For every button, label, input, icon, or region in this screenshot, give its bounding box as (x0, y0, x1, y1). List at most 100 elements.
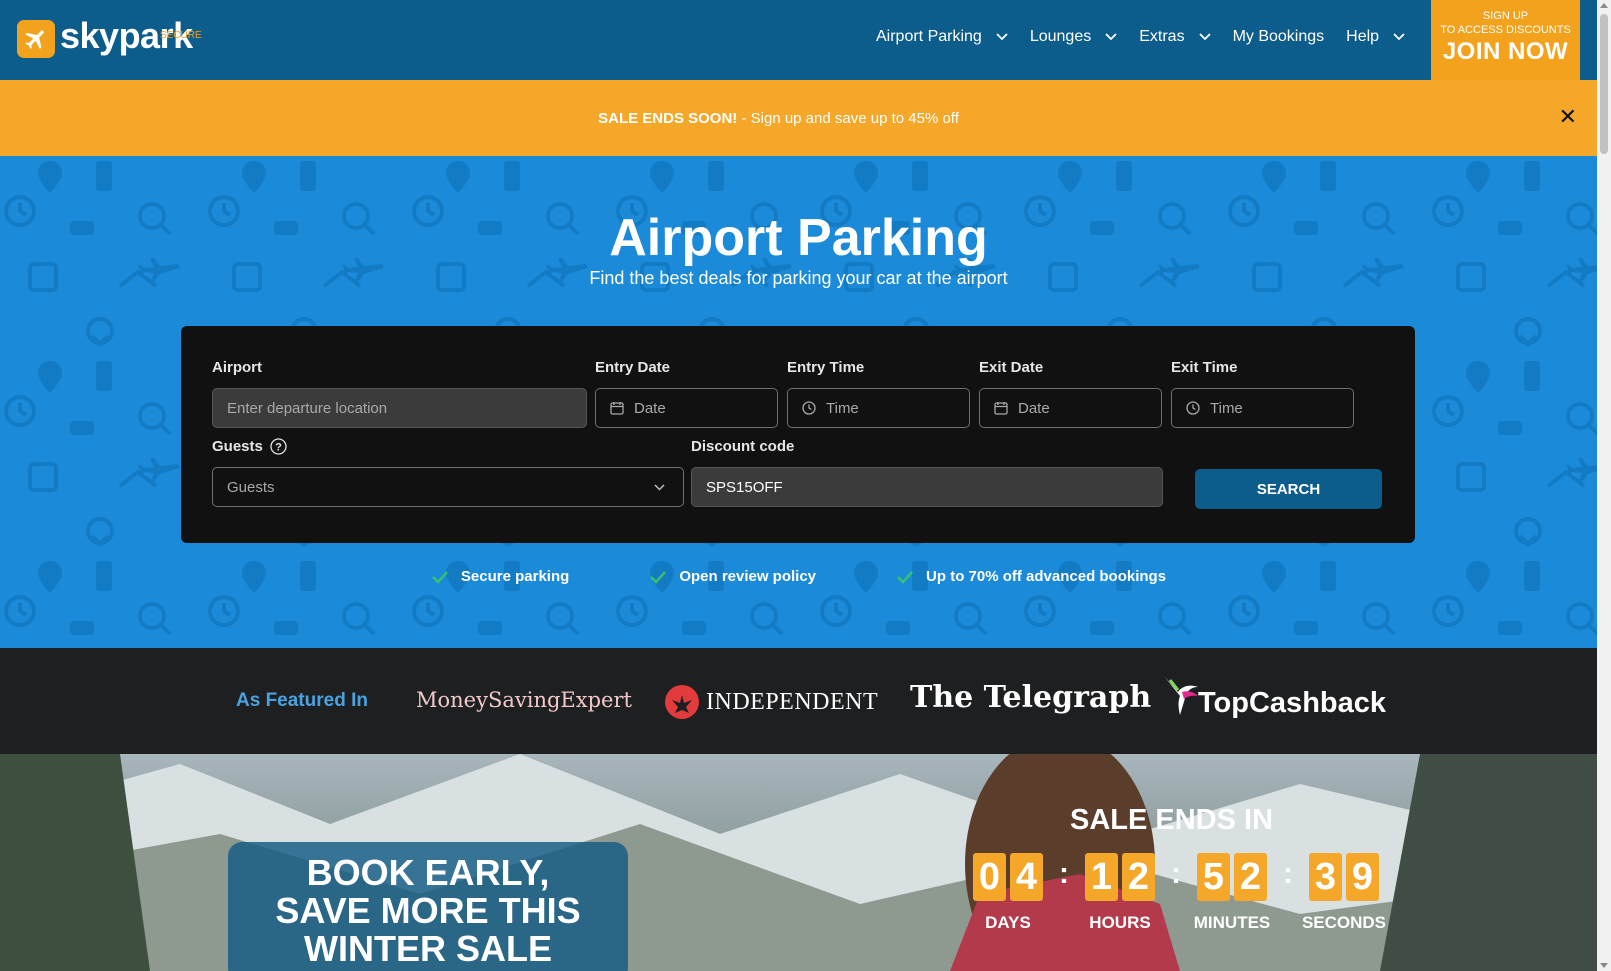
moneysavingexpert-logo: MoneySavingExpert (416, 688, 632, 712)
search-form: Airport Enter departure location Entry D… (181, 326, 1415, 543)
nav-airport-parking[interactable]: Airport Parking (876, 28, 1008, 46)
plane-logo-icon (17, 20, 55, 58)
airport-label: Airport (212, 359, 262, 376)
scroll-up-arrow-icon[interactable] (1600, 3, 1608, 8)
countdown-digit: 1 (1085, 853, 1118, 901)
feature-label: Secure parking (460, 568, 570, 585)
svg-text:?: ? (275, 442, 282, 454)
join-line1: SIGN UP (1482, 10, 1529, 22)
nav-extras[interactable]: Extras (1139, 28, 1211, 46)
independent-text: INDEPENDENT (706, 688, 879, 715)
page-subtitle: Find the best deals for parking your car… (589, 268, 1008, 288)
countdown-minutes: 5 2 MINUTES (1184, 853, 1280, 933)
countdown-seconds: 3 9 SECONDS (1296, 853, 1392, 933)
discount-value: SPS15OFF (706, 478, 783, 496)
page-title: Airport Parking (609, 209, 988, 267)
countdown-label: MINUTES (1193, 913, 1271, 932)
nav-help[interactable]: Help (1346, 28, 1405, 46)
featured-in-strip: As Featured In MoneySavingExpert INDEPEN… (0, 648, 1597, 754)
chevron-down-icon (654, 483, 665, 491)
site-header: skypark SECURE Airport Parking Lounges E… (0, 0, 1597, 80)
feature-item: Secure parking (431, 568, 569, 585)
exit-date-input[interactable]: Date (979, 388, 1162, 428)
independent-logo: INDEPENDENT (664, 684, 878, 720)
exit-date-label: Exit Date (979, 359, 1044, 376)
guests-select[interactable]: Guests (212, 467, 684, 507)
nav-label: Extras (1139, 28, 1185, 45)
help-circle-icon[interactable]: ? (270, 438, 287, 455)
close-icon[interactable]: ✕ (1559, 106, 1577, 128)
chevron-down-icon (1105, 33, 1117, 41)
main-nav: Airport Parking Lounges Extras My Bookin… (876, 28, 1427, 46)
feature-label: Up to 70% off advanced bookings (926, 568, 1167, 585)
entry-date-label: Entry Date (595, 359, 671, 376)
exit-date-placeholder: Date (1018, 399, 1050, 417)
promo-bold: SALE ENDS SOON! (598, 109, 738, 127)
telegraph-logo: The Telegraph (910, 680, 1152, 715)
airport-placeholder: Enter departure location (227, 399, 388, 417)
winter-sale-section: BOOK EARLY, SAVE MORE THIS WINTER SALE S… (0, 754, 1597, 971)
promo-banner: SALE ENDS SOON! - Sign up and save up to… (0, 80, 1597, 156)
countdown-label: DAYS (985, 913, 1031, 932)
countdown-timer: 0 4 DAYS : 1 2 HOURS : 5 2 MINUTES : 3 9 (960, 853, 1392, 933)
countdown-separator: : (1283, 857, 1293, 890)
card-line3: WINTER SALE (304, 928, 552, 969)
countdown-digit: 0 (973, 853, 1006, 901)
sale-ends-title: SALE ENDS IN (1070, 804, 1274, 836)
discount-label: Discount code (691, 438, 795, 455)
nav-label: Lounges (1029, 28, 1092, 45)
promo-text: SALE ENDS SOON! - Sign up and save up to… (598, 110, 959, 127)
chevron-down-icon (1198, 33, 1211, 41)
feature-item: Up to 70% off advanced bookings (896, 568, 1166, 585)
join-line2: TO ACCESS DISCOUNTS (1440, 24, 1571, 36)
feature-item: Open review policy (649, 568, 816, 585)
search-button[interactable]: SEARCH (1195, 469, 1382, 509)
discount-code-input[interactable]: SPS15OFF (691, 467, 1163, 507)
countdown-separator: : (1059, 857, 1069, 890)
clock-icon (802, 401, 816, 415)
chevron-down-icon (996, 33, 1008, 41)
check-icon (897, 570, 913, 584)
scroll-thumb[interactable] (1600, 14, 1608, 154)
topcashback-logo: TopCashback (1160, 674, 1386, 720)
check-icon (432, 570, 448, 584)
countdown-digit: 2 (1122, 853, 1155, 901)
book-early-card: BOOK EARLY, SAVE MORE THIS WINTER SALE (228, 842, 628, 971)
join-line3: JOIN NOW (1442, 38, 1569, 65)
entry-date-placeholder: Date (634, 399, 666, 417)
features-row: Secure parking Open review policy Up to … (0, 568, 1597, 585)
featured-label: As Featured In (236, 690, 368, 711)
guests-label: Guests (212, 438, 263, 455)
guests-label-row: Guests ? (212, 438, 287, 455)
countdown-digit: 9 (1346, 853, 1379, 901)
card-line1: BOOK EARLY, (306, 852, 550, 893)
countdown-label: HOURS (1089, 913, 1151, 932)
join-now-button[interactable]: SIGN UP TO ACCESS DISCOUNTS JOIN NOW (1431, 0, 1580, 80)
exit-time-placeholder: Time (1210, 399, 1243, 417)
entry-date-input[interactable]: Date (595, 388, 778, 428)
entry-time-input[interactable]: Time (787, 388, 970, 428)
countdown-digit: 4 (1010, 853, 1043, 901)
entry-time-placeholder: Time (826, 399, 859, 417)
exit-time-label: Exit Time (1171, 359, 1238, 376)
check-icon (650, 570, 667, 584)
nav-lounges[interactable]: Lounges (1030, 28, 1117, 46)
nav-label: Airport Parking (876, 28, 982, 45)
scroll-down-arrow-icon[interactable] (1600, 963, 1608, 968)
exit-time-input[interactable]: Time (1171, 388, 1354, 428)
entry-time-label: Entry Time (787, 359, 865, 376)
countdown-days: 0 4 DAYS (960, 853, 1056, 933)
calendar-icon (994, 401, 1008, 415)
countdown-separator: : (1171, 857, 1181, 890)
feature-label: Open review policy (679, 568, 817, 585)
airport-input[interactable]: Enter departure location (212, 388, 587, 428)
page-scrollbar[interactable] (1597, 0, 1611, 971)
nav-label: My Bookings (1232, 28, 1325, 45)
nav-my-bookings[interactable]: My Bookings (1233, 28, 1325, 46)
hero-section: Airport Parking Find the best deals for … (0, 156, 1597, 648)
calendar-icon (610, 401, 624, 415)
countdown-digit: 2 (1234, 853, 1267, 901)
topcashback-text: TopCashback (1198, 687, 1387, 719)
promo-rest: - Sign up and save up to 45% off (737, 109, 959, 127)
chevron-down-icon (1393, 33, 1405, 41)
